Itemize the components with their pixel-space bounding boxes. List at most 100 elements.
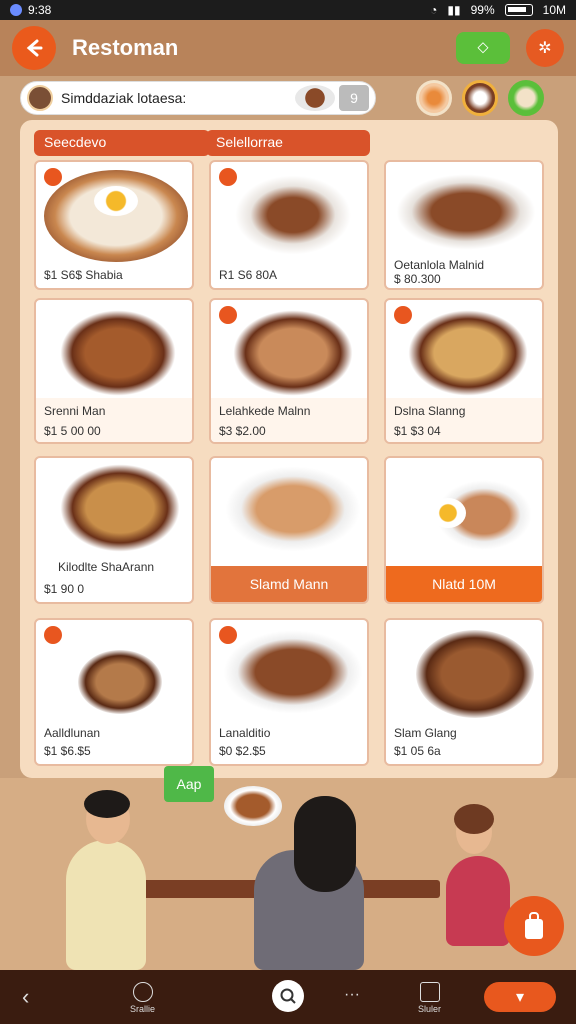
favorite-icon[interactable] — [219, 626, 237, 644]
signal-icon: ▮▮ — [447, 3, 461, 17]
menu-card[interactable]: $1 S6$ Shabia — [34, 160, 194, 290]
dish-image — [396, 174, 536, 250]
menu-card[interactable]: Lanalditio $0 $2.$5 — [209, 618, 369, 766]
item-price: $1 S6$ Shabia — [44, 268, 123, 282]
status-bar: 9:38 ◔ ▮▮ 99% 10M — [0, 0, 576, 20]
diner-1 — [66, 840, 146, 970]
dish-image — [44, 170, 188, 262]
tag-button[interactable]: ⬦ — [456, 32, 510, 64]
dish-image — [233, 310, 353, 396]
arrow-left-icon — [26, 39, 43, 57]
item-name: Nlatd 10M — [386, 566, 542, 602]
status-time: 9:38 — [28, 3, 52, 17]
cart-fab-button[interactable] — [504, 896, 564, 956]
tab-category-2[interactable]: Selellorrae — [206, 130, 370, 156]
favorite-icon[interactable] — [44, 168, 62, 186]
search-text: Simddaziak lotaesa: — [61, 90, 187, 106]
search-icon — [132, 982, 153, 1002]
home-button[interactable] — [272, 980, 304, 1012]
item-name: Oetanlola Malnid — [394, 258, 485, 272]
menu-card[interactable]: Nlatd 10M — [384, 456, 544, 604]
dish-image — [223, 630, 363, 714]
quick-filter-bowl-icon[interactable] — [462, 80, 498, 116]
item-name: Slam Glang — [394, 726, 457, 740]
dish-image — [78, 650, 162, 714]
more-dots-icon: ··· — [344, 986, 360, 1003]
item-price: $ 80.300 — [394, 272, 441, 286]
egg-garnish — [94, 186, 138, 216]
menu-card[interactable]: Slamd Mann — [209, 456, 369, 604]
menu-card[interactable]: Oetanlola Malnid $ 80.300 — [384, 160, 544, 290]
item-price: $0 $2.$5 — [219, 744, 266, 758]
favorite-icon[interactable] — [394, 306, 412, 324]
menu-card[interactable]: Srenni Man $1 5 00 00 — [34, 298, 194, 444]
dish-thumbnail — [295, 85, 335, 111]
battery-icon — [504, 4, 533, 16]
nav-label-right: Sluler — [418, 1004, 442, 1014]
item-price: $1 90 0 — [44, 582, 85, 596]
battery-percent: 99% — [470, 3, 495, 17]
settings-button[interactable]: ✲ — [526, 29, 564, 67]
item-price: $1 5 00 00 — [44, 424, 101, 438]
egg-garnish — [430, 498, 466, 528]
dish-image — [60, 464, 180, 552]
nav-cta-button[interactable]: ▾ — [484, 982, 556, 1012]
nav-item-right[interactable]: Sluler — [418, 982, 441, 1014]
item-price: $1 $3 04 — [394, 424, 441, 438]
bottom-nav: ‹ Srallie ··· Sluler ▾ — [0, 970, 576, 1024]
nav-label-left: Srallie — [130, 1004, 156, 1014]
dish-image — [60, 310, 176, 396]
notification-icon — [10, 4, 22, 16]
tag-icon: ⬦ — [477, 39, 489, 56]
favorite-icon[interactable] — [219, 306, 237, 324]
dish-image — [233, 174, 353, 256]
floating-dish-image — [224, 786, 282, 826]
menu-card[interactable]: Aalldlunan $1 $6.$5 — [34, 618, 194, 766]
avatar — [27, 85, 53, 111]
nav-item-left[interactable]: Srallie — [130, 982, 155, 1014]
item-name: Aalldlunan — [44, 726, 101, 740]
bag-icon — [525, 912, 543, 939]
diner-3 — [446, 856, 510, 946]
page-title: Restoman — [72, 35, 179, 60]
item-name: Srenni Man — [44, 404, 106, 418]
menu-card[interactable]: Lelahkede Malnn $3 $2.00 — [209, 298, 369, 444]
item-price: $1 05 6a — [394, 744, 441, 758]
search-row: Simddaziak lotaesa: 9 — [0, 76, 576, 120]
diner-2-hair — [294, 796, 356, 892]
item-name: Lelahkede Malnn — [219, 404, 311, 418]
receipt-icon — [419, 982, 440, 1002]
wifi-icon: ◔ — [430, 3, 438, 17]
diner-1-hair — [84, 790, 130, 818]
diner-3-hair — [454, 804, 494, 834]
quick-filter-dessert-icon[interactable] — [508, 80, 544, 116]
search-input[interactable]: Simddaziak lotaesa: 9 — [20, 81, 376, 115]
quick-filter-noodles-icon[interactable] — [416, 80, 452, 116]
item-price: $3 $2.00 — [219, 424, 266, 438]
menu-card[interactable]: Dslna Slanng $1 $3 04 — [384, 298, 544, 444]
menu-card[interactable]: Kilodlte ShaArann $1 90 0 — [34, 456, 194, 604]
chevron-down-icon: ▾ — [515, 989, 525, 1006]
tab-category-1[interactable]: Seecdevo — [34, 130, 210, 156]
search-circle-icon — [280, 988, 296, 1004]
dish-image — [416, 630, 534, 718]
item-name: Slamd Mann — [211, 566, 367, 602]
app-chip[interactable]: Aap — [164, 766, 214, 802]
dish-image — [408, 310, 528, 396]
app-header: Restoman ⬦ ✲ — [0, 20, 576, 76]
item-name: Lanalditio — [219, 726, 271, 740]
item-price: $1 $6.$5 — [44, 744, 91, 758]
item-name: Kilodlte ShaArann — [58, 560, 155, 574]
favorite-icon[interactable] — [44, 626, 62, 644]
item-name: Dslna Slanng — [394, 404, 466, 418]
item-price: R1 S6 80A — [219, 268, 278, 282]
favorite-icon[interactable] — [219, 168, 237, 186]
chevron-left-icon: ‹ — [22, 984, 30, 1009]
more-button[interactable]: ··· — [344, 986, 360, 1004]
back-button[interactable] — [12, 26, 56, 70]
menu-card[interactable]: R1 S6 80A — [209, 160, 369, 290]
menu-card[interactable]: Slam Glang $1 05 6a — [384, 618, 544, 766]
nav-back[interactable]: ‹ — [22, 984, 29, 1010]
network-speed: 10M — [542, 3, 566, 17]
dish-image — [225, 466, 361, 552]
